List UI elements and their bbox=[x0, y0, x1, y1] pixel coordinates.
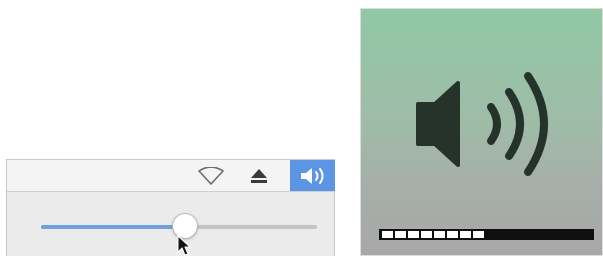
wifi-menu-extra[interactable] bbox=[193, 160, 229, 191]
volume-dropdown bbox=[6, 192, 335, 256]
volume-level-segment bbox=[421, 231, 432, 238]
volume-level-segment bbox=[447, 231, 458, 238]
volume-menu-extra[interactable] bbox=[290, 160, 335, 191]
mouse-pointer-icon bbox=[177, 235, 192, 256]
volume-level-segment bbox=[460, 231, 471, 238]
speaker-high-volume-icon bbox=[416, 72, 548, 176]
menu-bar bbox=[6, 159, 335, 192]
eject-icon bbox=[251, 168, 267, 183]
volume-level-segment bbox=[408, 231, 419, 238]
volume-level-segment bbox=[382, 231, 393, 238]
volume-slider-fill bbox=[41, 225, 185, 229]
volume-level-indicator bbox=[379, 229, 594, 240]
volume-level-segment bbox=[434, 231, 445, 238]
wifi-icon bbox=[198, 166, 224, 185]
eject-menu-extra[interactable] bbox=[245, 160, 273, 191]
volume-level-segment bbox=[395, 231, 406, 238]
volume-hud bbox=[360, 8, 603, 256]
speaker-icon bbox=[300, 167, 323, 184]
volume-level-segment bbox=[473, 231, 484, 238]
